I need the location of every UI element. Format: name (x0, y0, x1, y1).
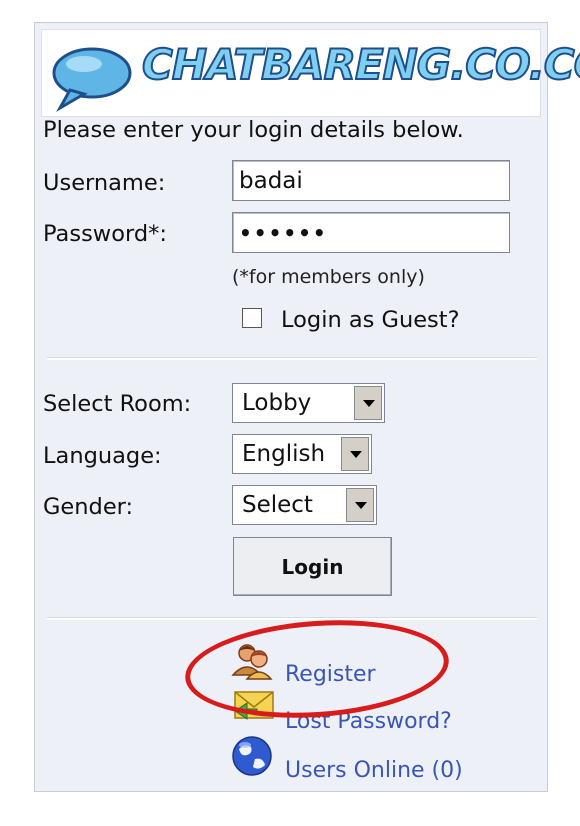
gender-label: Gender: (43, 494, 134, 520)
chevron-down-icon[interactable] (341, 437, 369, 471)
room-select-value: Lobby (242, 390, 312, 416)
gender-select[interactable]: Select (232, 485, 377, 525)
language-label: Language: (43, 443, 162, 469)
login-panel: CHATBARENG.CO.CC Please enter your login… (34, 22, 580, 792)
divider (47, 357, 537, 360)
guest-checkbox[interactable] (242, 308, 262, 328)
password-input[interactable] (233, 213, 509, 252)
username-input[interactable] (233, 161, 509, 200)
login-button[interactable]: Login (233, 537, 392, 596)
room-label: Select Room: (43, 391, 192, 417)
intro-text: Please enter your login details below. (43, 117, 464, 143)
gender-select-value: Select (242, 492, 313, 518)
globe-icon (232, 736, 272, 776)
password-label: Password*: (43, 221, 167, 247)
guest-label[interactable]: Login as Guest? (281, 307, 460, 333)
language-select[interactable]: English (232, 434, 372, 474)
room-select[interactable]: Lobby (232, 383, 385, 423)
members-note: (*for members only) (232, 266, 425, 288)
password-field[interactable] (232, 212, 510, 253)
username-label: Username: (43, 170, 166, 196)
users-online-link[interactable]: Users Online (0) (285, 758, 463, 783)
banner: CHATBARENG.CO.CC (41, 29, 580, 117)
logo-text: CHATBARENG.CO.CC (141, 39, 580, 90)
chevron-down-icon[interactable] (346, 488, 374, 522)
username-field[interactable] (232, 160, 510, 201)
chevron-down-icon[interactable] (354, 386, 382, 420)
language-select-value: English (242, 441, 326, 467)
speech-bubble-icon (52, 47, 132, 113)
divider (47, 617, 537, 620)
